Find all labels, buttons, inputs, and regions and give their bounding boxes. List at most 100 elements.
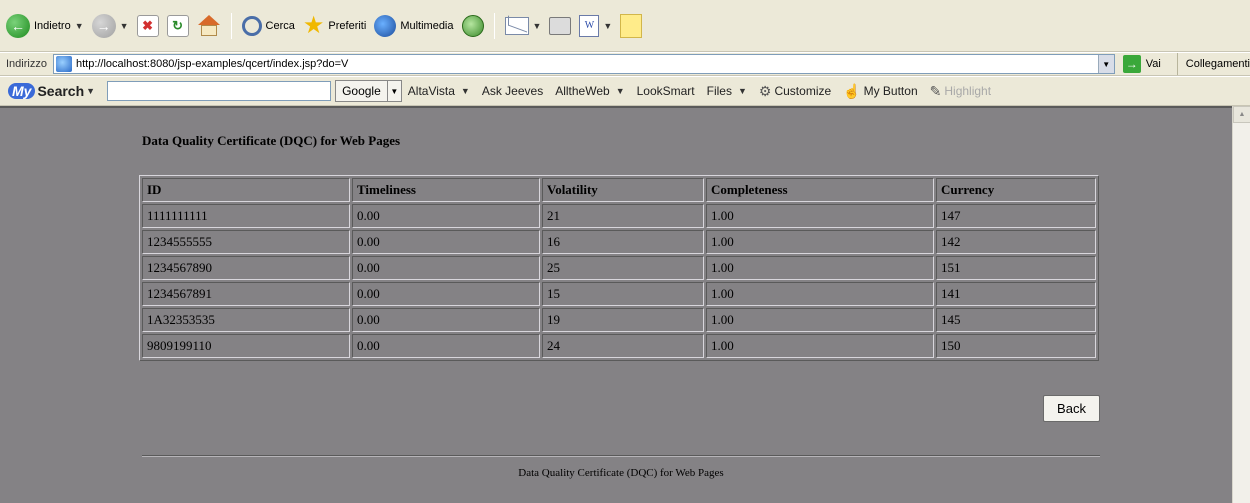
- cell-completeness: 1.00: [706, 204, 934, 228]
- refresh-icon: ↻: [166, 14, 189, 37]
- column-header-currency: Currency: [936, 178, 1096, 202]
- cell-currency: 147: [936, 204, 1096, 228]
- cell-timeliness: 0.00: [352, 204, 540, 228]
- search-button[interactable]: Cerca: [238, 11, 299, 41]
- page-content: Data Quality Certificate (DQC) for Web P…: [0, 106, 1232, 503]
- table-row: 1111111111 0.00 21 1.00 147: [142, 204, 1096, 228]
- page-title: Data Quality Certificate (DQC) for Web P…: [142, 133, 401, 148]
- hand-icon: ☝: [843, 82, 861, 99]
- chevron-down-icon[interactable]: ▼: [75, 21, 84, 31]
- askjeeves-button[interactable]: Ask Jeeves: [476, 80, 549, 102]
- chevron-down-icon[interactable]: ▼: [461, 86, 470, 96]
- chevron-down-icon[interactable]: ▼: [120, 21, 129, 31]
- cell-id: 1A32353535: [142, 308, 350, 332]
- table-row: 1234555555 0.00 16 1.00 142: [142, 230, 1096, 254]
- forward-arrow-icon: →: [91, 13, 116, 38]
- links-button[interactable]: Collegamenti: [1176, 53, 1250, 75]
- column-header-completeness: Completeness: [706, 178, 934, 202]
- address-bar: Indirizzo http://localhost:8080/jsp-exam…: [0, 52, 1250, 76]
- cell-timeliness: 0.00: [352, 230, 540, 254]
- stop-button[interactable]: ✖: [133, 11, 163, 41]
- cell-currency: 145: [936, 308, 1096, 332]
- highlight-label: Highlight: [944, 84, 992, 98]
- favorites-label: Preferiti: [328, 19, 367, 32]
- customize-button[interactable]: ⚙ Customize: [753, 80, 837, 102]
- cell-volatility: 19: [542, 308, 704, 332]
- mail-icon: [504, 16, 529, 35]
- cell-currency: 141: [936, 282, 1096, 306]
- messenger-button[interactable]: [616, 11, 646, 41]
- chevron-down-icon[interactable]: ▼: [387, 80, 402, 102]
- cell-timeliness: 0.00: [352, 282, 540, 306]
- vertical-scrollbar[interactable]: ▲: [1232, 106, 1250, 503]
- go-button[interactable]: → Vai: [1115, 55, 1169, 73]
- home-icon: [197, 14, 221, 37]
- table-row: 1A32353535 0.00 19 1.00 145: [142, 308, 1096, 332]
- mysearch-logo[interactable]: My Search ▼: [0, 83, 101, 99]
- cell-completeness: 1.00: [706, 334, 934, 358]
- search-icon: [241, 15, 262, 36]
- cell-id: 1234555555: [142, 230, 350, 254]
- address-field[interactable]: http://localhost:8080/jsp-examples/qcert…: [52, 54, 1115, 74]
- files-button[interactable]: Files ▼: [701, 80, 753, 102]
- cell-currency: 142: [936, 230, 1096, 254]
- edit-button[interactable]: W ▼: [575, 11, 616, 41]
- ie-page-icon: [55, 56, 72, 72]
- footer-text: Data Quality Certificate (DQC) for Web P…: [518, 467, 724, 479]
- table-row: 1234567891 0.00 15 1.00 141: [142, 282, 1096, 306]
- altavista-label: AltaVista: [407, 84, 455, 98]
- cell-completeness: 1.00: [706, 308, 934, 332]
- my-button-label: My Button: [863, 84, 918, 98]
- toolbar-separator: [230, 12, 232, 39]
- refresh-button[interactable]: ↻: [163, 11, 193, 41]
- word-icon: W: [579, 14, 600, 37]
- chevron-down-icon[interactable]: ▼: [533, 21, 542, 31]
- cell-completeness: 1.00: [706, 282, 934, 306]
- printer-icon: [549, 16, 572, 35]
- altavista-button[interactable]: AltaVista ▼: [402, 80, 476, 102]
- chevron-down-icon[interactable]: ▼: [86, 86, 95, 96]
- highlight-button[interactable]: ✎ Highlight: [924, 80, 997, 102]
- table-header-row: ID Timeliness Volatility Completeness Cu…: [142, 178, 1096, 202]
- back-button[interactable]: ← Indietro ▼: [2, 11, 88, 41]
- print-button[interactable]: [545, 11, 575, 41]
- chevron-down-icon[interactable]: ▼: [616, 86, 625, 96]
- back-label: Indietro: [34, 19, 71, 32]
- alltheweb-button[interactable]: AlltheWeb ▼: [549, 80, 630, 102]
- table-row: 1234567890 0.00 25 1.00 151: [142, 256, 1096, 280]
- cell-id: 9809199110: [142, 334, 350, 358]
- google-search-button[interactable]: Google: [335, 80, 388, 102]
- cell-currency: 151: [936, 256, 1096, 280]
- cell-volatility: 16: [542, 230, 704, 254]
- gear-icon: ⚙: [758, 82, 772, 99]
- cell-completeness: 1.00: [706, 230, 934, 254]
- cell-volatility: 25: [542, 256, 704, 280]
- go-arrow-icon: →: [1122, 55, 1141, 73]
- column-header-volatility: Volatility: [542, 178, 704, 202]
- mail-button[interactable]: ▼: [501, 11, 546, 41]
- home-button[interactable]: [193, 11, 225, 41]
- customize-label: Customize: [774, 84, 832, 98]
- back-page-button[interactable]: Back: [1043, 395, 1100, 422]
- forward-button[interactable]: → ▼: [88, 11, 133, 41]
- chevron-down-icon[interactable]: ▼: [738, 86, 747, 96]
- mysearch-brand-search: Search: [37, 83, 85, 99]
- scroll-up-icon[interactable]: ▲: [1233, 106, 1250, 123]
- address-url[interactable]: http://localhost:8080/jsp-examples/qcert…: [76, 58, 1098, 70]
- chevron-down-icon[interactable]: ▼: [603, 21, 612, 31]
- alltheweb-label: AlltheWeb: [555, 84, 610, 98]
- cell-completeness: 1.00: [706, 256, 934, 280]
- search-input[interactable]: [107, 81, 332, 101]
- looksmart-button[interactable]: LookSmart: [631, 80, 701, 102]
- my-button[interactable]: ☝ My Button: [837, 80, 923, 102]
- cell-id: 1234567890: [142, 256, 350, 280]
- chevron-down-icon[interactable]: ▼: [1097, 55, 1114, 73]
- table-row: 9809199110 0.00 24 1.00 150: [142, 334, 1096, 358]
- history-button[interactable]: [458, 11, 488, 41]
- dqc-table: ID Timeliness Volatility Completeness Cu…: [139, 175, 1099, 361]
- column-header-id: ID: [142, 178, 350, 202]
- search-label: Cerca: [265, 19, 295, 32]
- favorites-button[interactable]: ★ Preferiti: [299, 11, 370, 41]
- files-label: Files: [706, 84, 732, 98]
- media-button[interactable]: Multimedia: [370, 11, 457, 41]
